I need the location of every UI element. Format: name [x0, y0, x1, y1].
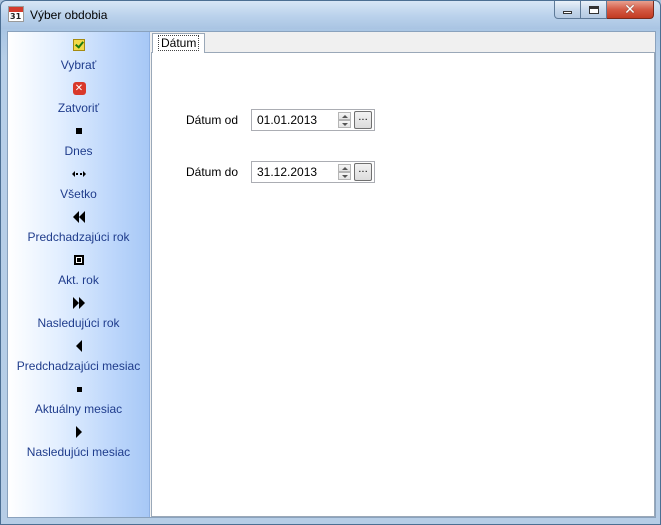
sidebar-item-label: Nasledujúci rok	[37, 316, 120, 330]
date-to-value[interactable]: 31.12.2013	[257, 165, 317, 179]
spin-up-button[interactable]	[338, 112, 351, 120]
sidebar-item-vybrat[interactable]: Vybrať	[8, 36, 149, 76]
spin-up-button[interactable]	[338, 164, 351, 172]
square-icon	[71, 123, 87, 139]
sidebar-item-dnes[interactable]: Dnes	[8, 122, 149, 162]
sidebar-item-label: Predchadzajúci mesiac	[16, 359, 141, 373]
calendar-icon-number: 31	[10, 12, 22, 21]
window: 31 Výber obdobia ✕ Vybrať ✕ Zatvoriť Dne…	[0, 0, 661, 525]
left-arrow-icon	[71, 338, 87, 354]
sidebar-item-label: Nasledujúci mesiac	[26, 445, 131, 459]
date-to-picker[interactable]: 31.12.2013 ...	[251, 161, 375, 183]
date-from-spinner[interactable]	[338, 112, 351, 128]
sidebar-item-label: Zatvoriť	[57, 101, 100, 115]
checkmark-icon	[71, 37, 87, 53]
chevron-up-icon	[341, 114, 348, 118]
sidebar-item-predchadzajuci-mesiac[interactable]: Predchadzajúci mesiac	[8, 337, 149, 377]
sidebar-item-nasledujuci-mesiac[interactable]: Nasledujúci mesiac	[8, 423, 149, 463]
sidebar-item-label: Dnes	[64, 144, 93, 158]
sidebar-item-zatvorit[interactable]: ✕ Zatvoriť	[8, 79, 149, 119]
sidebar-item-aktualny-mesiac[interactable]: Aktuálny mesiac	[8, 380, 149, 420]
close-icon: ✕	[624, 1, 636, 18]
framed-square-icon	[71, 252, 87, 268]
window-title: Výber obdobia	[30, 8, 108, 22]
sidebar-item-label: Akt. rok	[58, 273, 99, 287]
sidebar-item-label: Všetko	[60, 187, 97, 201]
date-from-value[interactable]: 01.01.2013	[257, 113, 317, 127]
sidebar-item-nasledujuci-rok[interactable]: Nasledujúci rok	[8, 294, 149, 334]
double-right-arrow-icon	[71, 295, 87, 311]
calendar-icon: 31	[8, 6, 24, 22]
chevron-down-icon	[341, 174, 348, 178]
sidebar-item-vsetko[interactable]: Všetko	[8, 165, 149, 205]
sidebar-item-label: Vybrať	[60, 58, 97, 72]
right-arrow-icon	[71, 424, 87, 440]
tab-control: Dátum od 01.01.2013 ... Dátum do 31.12.2…	[151, 32, 655, 517]
tab-panel-datum: Dátum od 01.01.2013 ... Dátum do 31.12.2…	[151, 52, 655, 517]
chevron-down-icon	[341, 122, 348, 126]
minimize-button[interactable]	[554, 1, 581, 19]
date-from-browse-button[interactable]: ...	[354, 111, 372, 129]
tab-datum[interactable]: Dátum	[152, 33, 206, 53]
sidebar: Vybrať ✕ Zatvoriť Dnes Všetko Predchadza…	[8, 32, 150, 517]
maximize-icon	[588, 5, 599, 14]
date-to-browse-button[interactable]: ...	[354, 163, 372, 181]
small-square-icon	[71, 381, 87, 397]
minimize-icon	[563, 11, 572, 14]
sidebar-item-label: Aktuálny mesiac	[34, 402, 123, 416]
spin-down-button[interactable]	[338, 120, 351, 128]
client-area: Vybrať ✕ Zatvoriť Dnes Všetko Predchadza…	[7, 31, 656, 518]
close-window-button[interactable]: ✕	[607, 1, 654, 19]
maximize-button[interactable]	[581, 1, 607, 19]
date-to-label: Dátum do	[186, 165, 239, 179]
date-from-picker[interactable]: 01.01.2013 ...	[251, 109, 375, 131]
title-bar[interactable]: 31 Výber obdobia ✕	[1, 1, 660, 29]
sidebar-item-akt-rok[interactable]: Akt. rok	[8, 251, 149, 291]
chevron-up-icon	[341, 166, 348, 170]
sidebar-item-label: Predchadzajúci rok	[27, 230, 130, 244]
tab-label: Dátum	[158, 35, 200, 51]
date-from-label: Dátum od	[186, 113, 239, 127]
spin-down-button[interactable]	[338, 172, 351, 180]
expand-arrows-icon	[71, 166, 87, 182]
sidebar-item-predchadzajuci-rok[interactable]: Predchadzajúci rok	[8, 208, 149, 248]
double-left-arrow-icon	[71, 209, 87, 225]
date-to-spinner[interactable]	[338, 164, 351, 180]
close-icon: ✕	[71, 80, 87, 96]
